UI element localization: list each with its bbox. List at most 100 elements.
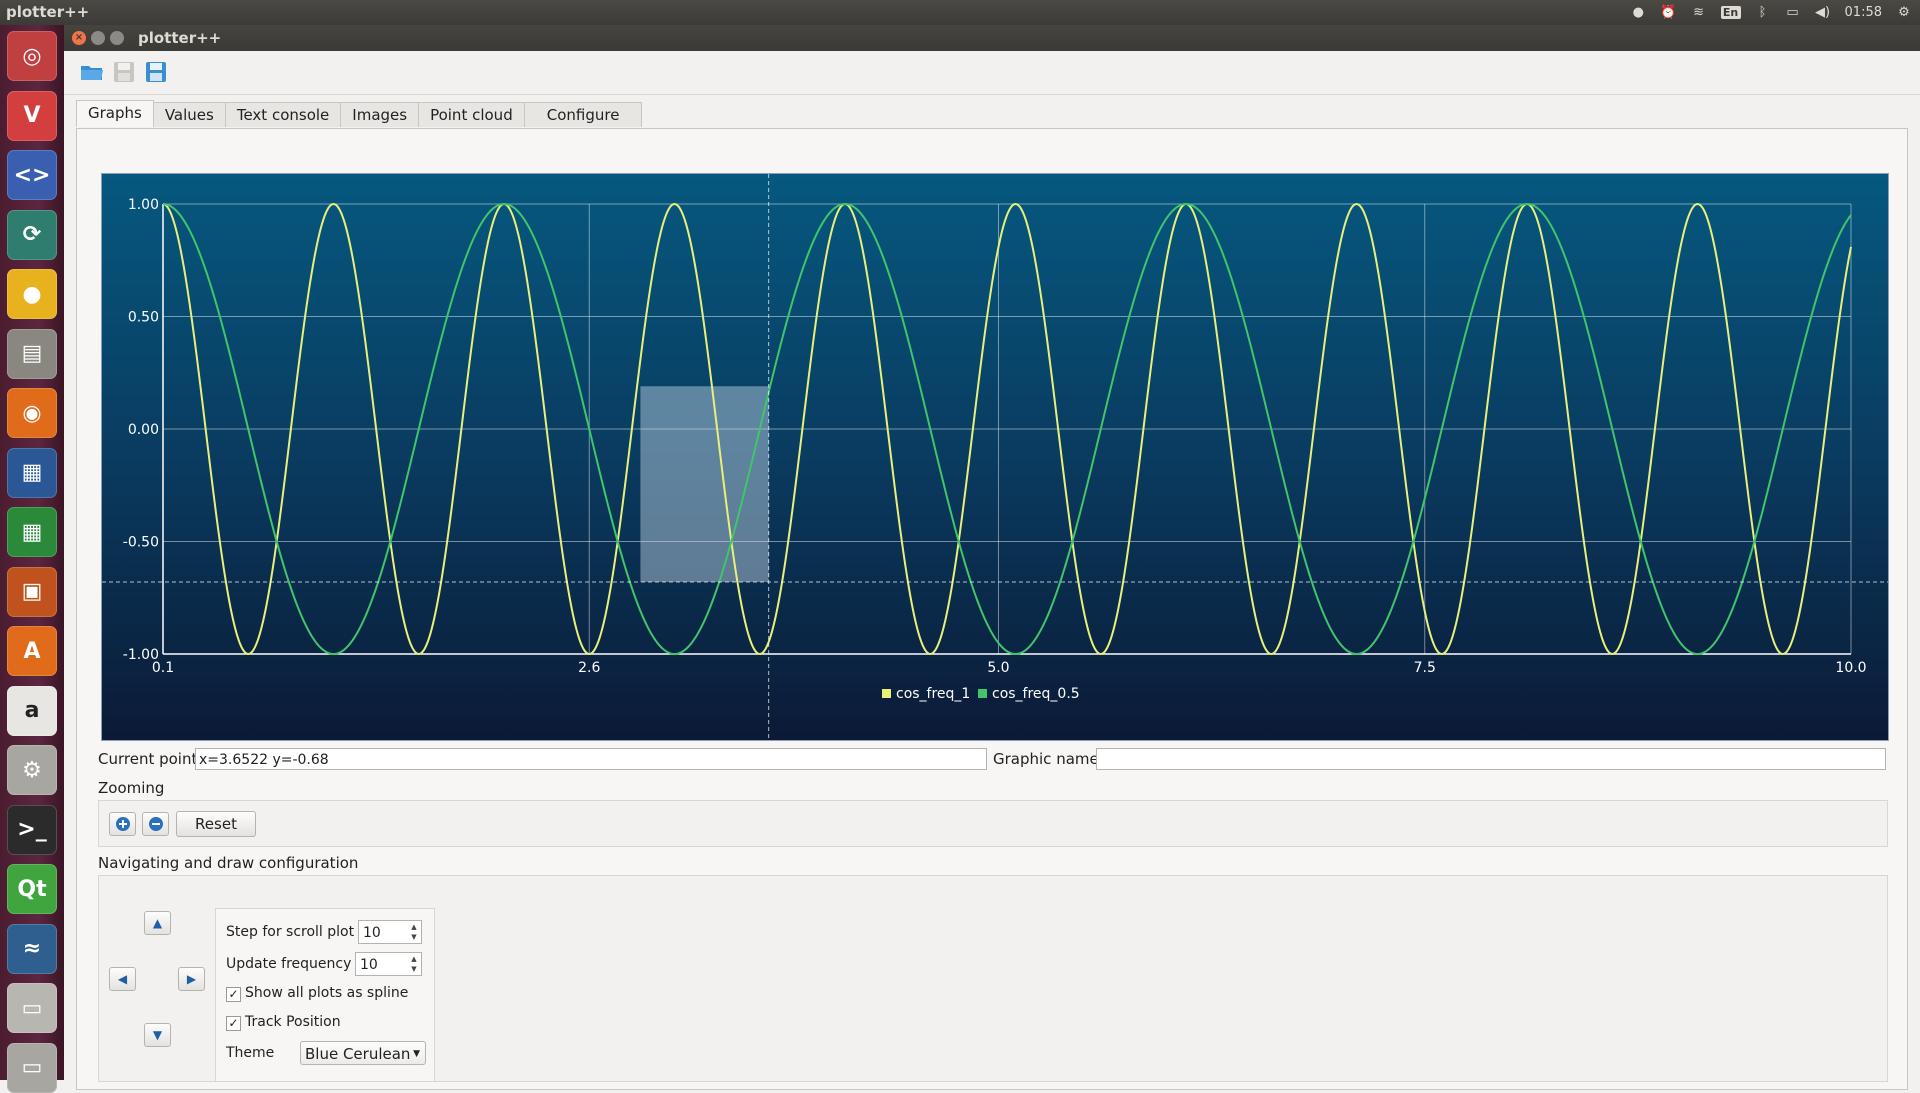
save-button[interactable]: [110, 59, 138, 85]
system-tray: ● ⏰ ≋ En ᛒ ▭ ◀) 01:58 ⚙: [1630, 2, 1912, 23]
zoom-out-button[interactable]: [142, 812, 169, 836]
window-minimize-button[interactable]: [91, 31, 105, 45]
terminal-icon[interactable]: >_: [7, 804, 57, 855]
unity-launcher: ◎ V <> ⟳ ● ▤ ◉ ▦ ▦ ▣ Aa ⚙ >_ Qt ≈ ▭ ▭: [0, 25, 64, 1093]
y-tick-label: -0.50: [123, 535, 159, 551]
graphic-name-field[interactable]: [1096, 748, 1886, 770]
plotter-icon[interactable]: ≈: [7, 923, 57, 974]
save-icon: [114, 62, 134, 82]
tab-images[interactable]: Images: [340, 102, 420, 127]
navigation-group-title: Navigating and draw configuration: [98, 854, 359, 872]
current-point-field[interactable]: x=3.6522 y=-0.68: [195, 748, 987, 770]
files-icon[interactable]: ▤: [7, 328, 57, 379]
zoom-selection-rect: [640, 386, 769, 582]
impress-icon[interactable]: ▣: [7, 566, 57, 617]
check-icon: ✓: [228, 987, 239, 1001]
track-position-label: Track Position: [245, 1014, 341, 1030]
x-tick-label: 7.5: [1414, 660, 1436, 676]
volume-icon[interactable]: ◀): [1815, 5, 1831, 20]
keyboard-layout-indicator[interactable]: En: [1720, 6, 1741, 19]
save-as-button[interactable]: [142, 59, 170, 85]
draw-config-panel: Step for scroll plot 10 ▲ ▼ Update freque…: [215, 908, 435, 1082]
legend-label: cos_freq_0.5: [992, 686, 1080, 702]
legend-label: cos_freq_1: [896, 686, 970, 702]
system-settings-icon[interactable]: ⚙: [7, 745, 57, 795]
wifi-icon[interactable]: ≋: [1691, 5, 1707, 20]
track-position-checkbox[interactable]: ✓: [226, 1016, 241, 1031]
writer-icon[interactable]: ▦: [7, 447, 57, 498]
zooming-group: Reset: [98, 800, 1888, 847]
spline-checkbox[interactable]: ✓: [226, 987, 241, 1002]
theme-select[interactable]: Blue Cerulean ▼: [300, 1041, 426, 1065]
zoom-in-button[interactable]: [109, 812, 136, 836]
tab-values[interactable]: Values: [152, 102, 226, 127]
scroll-down-button[interactable]: ▼: [144, 1023, 171, 1047]
tab-configure[interactable]: Configure: [523, 102, 643, 127]
x-tick-label: 0.1: [152, 660, 174, 676]
clock[interactable]: 01:58: [1845, 5, 1882, 20]
check-icon: ✓: [228, 1016, 239, 1030]
scroll-up-button[interactable]: ▲: [144, 911, 171, 935]
chevron-down-icon: ▼: [413, 1049, 420, 1059]
step-spinbox[interactable]: 10 ▲ ▼: [358, 920, 422, 944]
code-editor-icon[interactable]: <>: [7, 150, 57, 200]
qt-creator-icon[interactable]: Qt: [7, 864, 57, 914]
update-frequency-spinbox[interactable]: 10 ▲ ▼: [355, 952, 422, 976]
navigation-group: ▲ ◀ ▶ ▼ Step for scroll plot 10 ▲ ▼ Updat…: [98, 875, 1888, 1082]
zoom-out-icon: [148, 817, 163, 831]
current-point-label: Current point: [98, 750, 198, 768]
network-icon[interactable]: ⟳: [7, 209, 57, 260]
tab-text-console[interactable]: Text console: [224, 102, 342, 127]
window-maximize-button[interactable]: [110, 31, 124, 45]
graphic-name-label: Graphic name: [993, 750, 1099, 768]
chart-area[interactable]: 1.00 0.50 0.00 -0.50 -1.00 0.1 2.6 5.0 7.5 10.0 co…: [101, 173, 1889, 741]
y-tick-label: 0.50: [128, 310, 159, 326]
tab-graphs[interactable]: Graphs: [76, 100, 154, 127]
chrome-icon[interactable]: ●: [7, 269, 57, 319]
drive-icon[interactable]: ▭: [7, 983, 57, 1033]
arrow-up-icon: ▲: [152, 916, 163, 930]
spin-arrows-icon[interactable]: ▲ ▼: [408, 922, 420, 942]
dash-home-icon[interactable]: ◎: [7, 31, 57, 81]
arrow-left-icon: ◀: [117, 972, 128, 986]
window-title: plotter++: [138, 29, 222, 47]
step-label: Step for scroll plot: [226, 924, 355, 940]
legend-swatch: [882, 689, 891, 698]
update-frequency-label: Update frequency: [226, 956, 352, 972]
software-center-icon[interactable]: A: [7, 626, 57, 676]
system-top-bar: plotter++ ● ⏰ ≋ En ᛒ ▭ ◀) 01:58 ⚙: [0, 0, 1920, 25]
x-tick-label: 10.0: [1835, 660, 1866, 676]
theme-value: Blue Cerulean: [305, 1045, 411, 1063]
window-close-button[interactable]: ×: [72, 31, 86, 45]
active-app-title: plotter++: [6, 3, 90, 21]
battery-icon[interactable]: ▭: [1785, 5, 1801, 20]
scroll-left-button[interactable]: ◀: [109, 967, 136, 991]
gear-icon[interactable]: ⚙: [1896, 5, 1912, 20]
update-frequency-value: 10: [360, 957, 378, 973]
zoom-in-icon: [115, 817, 130, 831]
vivaldi-icon[interactable]: V: [7, 90, 57, 141]
x-tick-label: 2.6: [578, 660, 600, 676]
x-tick-label: 5.0: [987, 660, 1009, 676]
plotter-window: × plotter++ Graphs Values Text console I…: [64, 25, 1920, 1090]
amazon-icon[interactable]: a: [7, 685, 57, 736]
chrome-tray-icon[interactable]: ●: [1630, 5, 1646, 20]
scroll-right-button[interactable]: ▶: [178, 967, 205, 991]
zooming-group-title: Zooming: [98, 779, 165, 797]
alarm-clock-icon[interactable]: ⏰: [1660, 5, 1676, 20]
firefox-icon[interactable]: ◉: [7, 388, 57, 438]
main-toolbar: [64, 52, 1920, 95]
chart-svg[interactable]: 1.000.500.00-0.50-1.000.1 2.6 5.0 7.5 10.0co…: [102, 174, 1888, 740]
y-tick-label: 0.00: [128, 422, 159, 438]
folder-open-icon: [81, 66, 103, 80]
bluetooth-icon[interactable]: ᛒ: [1755, 5, 1771, 20]
calc-icon[interactable]: ▦: [7, 507, 57, 557]
legend-swatch: [978, 689, 987, 698]
window-titlebar: × plotter++: [64, 25, 1920, 51]
save-as-icon: [146, 62, 166, 82]
spin-arrows-icon[interactable]: ▲ ▼: [408, 954, 420, 974]
scanner-icon[interactable]: ▭: [7, 1042, 57, 1093]
tab-point-cloud[interactable]: Point cloud: [418, 102, 525, 127]
open-file-button[interactable]: [78, 59, 106, 85]
reset-zoom-button[interactable]: Reset: [176, 811, 256, 837]
